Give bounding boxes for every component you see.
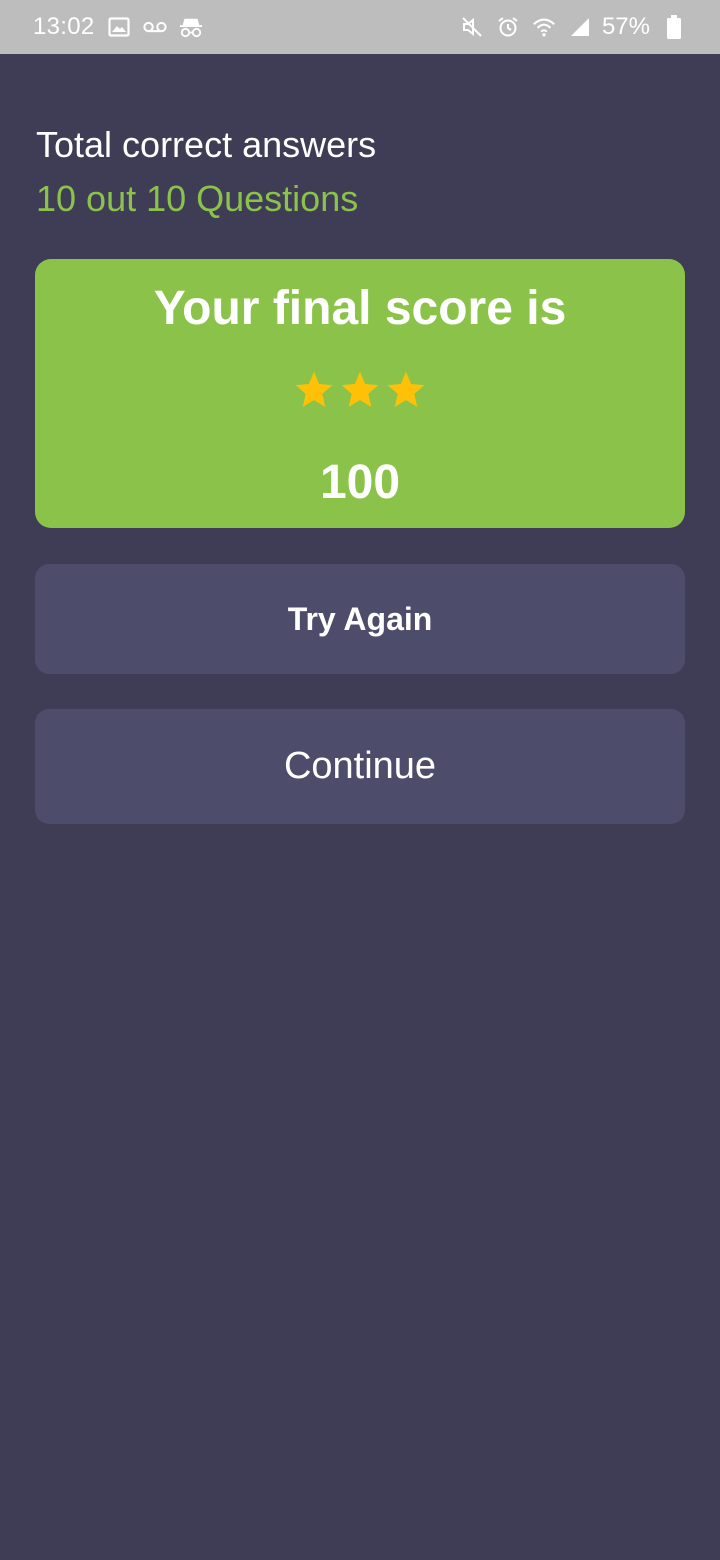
image-icon	[107, 15, 131, 39]
try-again-button[interactable]: Try Again	[35, 564, 685, 674]
status-right: 57%	[460, 13, 686, 41]
star-icon	[387, 371, 425, 407]
wifi-icon	[532, 15, 556, 39]
score-card: Your final score is 100	[35, 259, 685, 528]
battery-percent: 57%	[601, 13, 650, 40]
star-rating	[35, 369, 685, 411]
voicemail-icon	[142, 15, 167, 39]
battery-icon	[662, 15, 686, 39]
star-icon	[295, 371, 333, 407]
signal-icon	[568, 15, 592, 39]
score-title: Your final score is	[153, 282, 567, 335]
continue-button[interactable]: Continue	[35, 709, 685, 824]
mute-icon	[460, 15, 484, 39]
star-icon	[341, 371, 379, 407]
final-score-value: 100	[319, 456, 401, 509]
incognito-icon	[179, 15, 203, 39]
total-correct-value: 10 out 10 Questions	[36, 178, 359, 219]
status-left: 13:02	[33, 13, 203, 41]
status-time: 13:02	[33, 13, 95, 40]
total-correct-label: Total correct answers	[36, 124, 377, 165]
status-bar: 13:02 57%	[0, 0, 720, 54]
alarm-icon	[496, 15, 520, 39]
